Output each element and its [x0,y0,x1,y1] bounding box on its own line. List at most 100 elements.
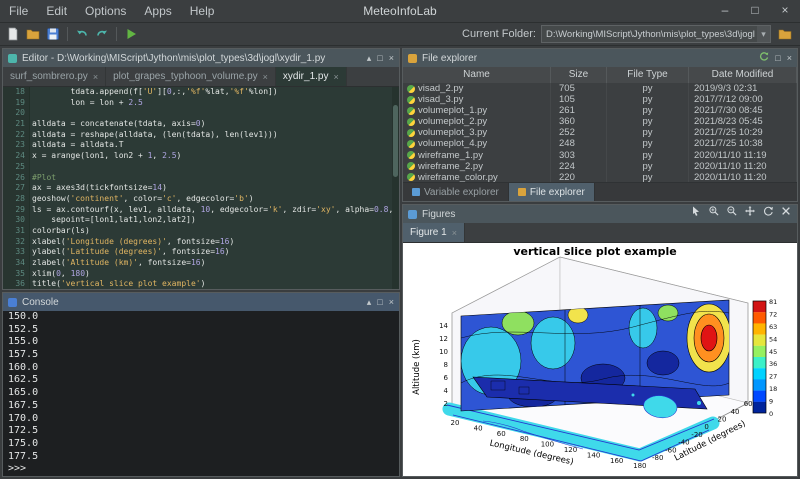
code-line: 23alldata = alldata.T [3,140,399,151]
tab-label: xydir_1.py [283,71,329,82]
python-file-icon [407,118,415,126]
tab-xydir-1[interactable]: xydir_1.py × [276,67,347,86]
zoom-in-icon[interactable] [708,205,720,223]
minimize-button[interactable]: – [710,0,740,22]
explorer-bottom-tabs: Variable explorer File explorer [403,182,797,201]
tab-label: plot_grapes_typhoon_volume.py [113,71,258,82]
table-row[interactable]: volumeplot_4.py248py2021/7/25 10:38 [403,138,797,149]
rotate-icon[interactable] [762,205,774,223]
figures-header: Figures [403,205,797,223]
code-line: 31colorbar(ls) [3,226,399,237]
menu-help[interactable]: Help [181,0,224,22]
new-script-icon[interactable] [4,25,22,43]
refresh-icon[interactable] [759,49,769,67]
table-row[interactable]: wireframe_color.py220py2020/11/10 11:20 [403,172,797,182]
column-header-file-type[interactable]: File Type [607,67,689,83]
python-file-icon [407,151,415,159]
svg-text:18: 18 [769,385,777,393]
code-line: 18 tdata.append(f['U'][0,:,'%f'%lat,'%f'… [3,87,399,98]
maximize-button[interactable]: □ [740,0,770,22]
console-line: 160.0 [8,362,399,375]
save-icon[interactable] [44,25,62,43]
tab-close-icon[interactable]: × [263,72,268,82]
svg-text:45: 45 [769,348,777,356]
menu-options[interactable]: Options [76,0,135,22]
python-file-icon [407,140,415,148]
current-folder-path: D:\Working\MIScript\Jython\mis\plot_type… [542,29,757,40]
column-header-date-modified[interactable]: Date Modified [689,67,797,83]
file-explorer-title: File explorer [422,53,754,64]
console-output[interactable]: 150.0152.5155.0157.5160.0162.5165.0167.5… [3,311,399,476]
tab-surf-sombrero[interactable]: surf_sombrero.py × [3,67,106,86]
code-line: 35xlim(0, 180) [3,269,399,280]
figure-canvas[interactable]: 817263544536271890 246810121420406080100… [403,243,797,476]
pan-icon[interactable] [744,205,756,223]
editor-scrollbar[interactable] [392,87,399,289]
collapse-icon[interactable]: ▴ [367,49,372,67]
editor-tabs: surf_sombrero.py × plot_grapes_typhoon_v… [3,67,399,87]
table-row[interactable]: wireframe_2.py224py2020/11/10 11:20 [403,161,797,172]
main-area: Editor - D:\Working\MIScript\Jython\mis\… [0,46,800,479]
select-cursor-icon[interactable] [690,205,702,223]
menu-apps[interactable]: Apps [135,0,180,22]
python-file-icon [407,162,415,170]
close-button[interactable]: × [770,0,800,22]
undo-icon[interactable] [73,25,91,43]
run-script-icon[interactable] [122,25,140,43]
console-line: 177.5 [8,451,399,464]
column-header-size[interactable]: Size [551,67,607,83]
python-file-icon [407,96,415,104]
svg-text:27: 27 [769,373,777,381]
editor-icon [8,54,17,63]
tab-close-icon[interactable]: × [333,72,338,82]
zoom-out-icon[interactable] [726,205,738,223]
toolbar-separator [116,27,117,41]
svg-text:140: 140 [587,451,600,459]
table-row[interactable]: volumeplot_3.py252py2021/7/25 10:29 [403,127,797,138]
current-folder-input[interactable]: D:\Working\MIScript\Jython\mis\plot_type… [541,25,771,43]
panel-close-icon[interactable]: × [389,49,394,67]
tab-file-explorer[interactable]: File explorer [509,183,595,201]
tab-close-icon[interactable]: × [452,228,457,238]
float-icon[interactable]: □ [775,49,780,67]
colorbar: 817263544536271890 [753,298,777,418]
redo-icon[interactable] [93,25,111,43]
svg-text:72: 72 [769,310,777,318]
editor-title: Editor - D:\Working\MIScript\Jython\mis\… [22,53,362,64]
remove-figure-icon[interactable] [780,205,792,223]
console-title: Console [22,297,362,308]
open-file-icon[interactable] [24,25,42,43]
tab-label: Figure 1 [410,227,447,238]
tab-plot-grapes-typhoon-volume[interactable]: plot_grapes_typhoon_volume.py × [106,67,276,86]
console-line: 155.0 [8,336,399,349]
panel-close-icon[interactable]: × [787,49,792,67]
tab-variable-explorer[interactable]: Variable explorer [403,183,509,201]
tab-label: surf_sombrero.py [10,71,88,82]
code-lines: 18 tdata.append(f['U'][0,:,'%f'%lat,'%f'… [3,87,399,289]
table-row[interactable]: wireframe_1.py303py2020/11/10 11:19 [403,150,797,161]
panel-close-icon[interactable]: × [389,293,394,311]
table-row[interactable]: volumeplot_1.py261py2021/7/30 08:45 [403,105,797,116]
column-header-name[interactable]: Name [403,67,551,83]
code-line: 28geoshow('continent', color='c', edgeco… [3,194,399,205]
menu-edit[interactable]: Edit [37,0,76,22]
current-folder-label: Current Folder: [462,28,536,40]
float-icon[interactable]: □ [377,293,382,311]
table-row[interactable]: visad_2.py705py2019/9/3 02:31 [403,83,797,94]
menu-file[interactable]: File [0,0,37,22]
tab-figure-1[interactable]: Figure 1 × [403,223,465,242]
code-editor[interactable]: 18 tdata.append(f['U'][0,:,'%f'%lat,'%f'… [3,87,399,289]
table-row[interactable]: volumeplot_2.py360py2021/8/23 05:45 [403,116,797,127]
collapse-icon[interactable]: ▴ [367,293,372,311]
console-prompt[interactable]: >>> [8,463,399,476]
chevron-down-icon[interactable]: ▾ [757,26,770,42]
code-line: 25 [3,162,399,173]
svg-text:4: 4 [444,387,449,395]
right-column: File explorer □ × Name Size File Type Da… [402,48,798,477]
table-row[interactable]: visad_3.py105py2017/7/12 09:00 [403,94,797,105]
tab-close-icon[interactable]: × [93,72,98,82]
float-icon[interactable]: □ [377,49,382,67]
scrollbar-thumb[interactable] [393,105,398,177]
browse-folder-icon[interactable] [776,25,794,43]
console-lines: 150.0152.5155.0157.5160.0162.5165.0167.5… [8,311,399,463]
